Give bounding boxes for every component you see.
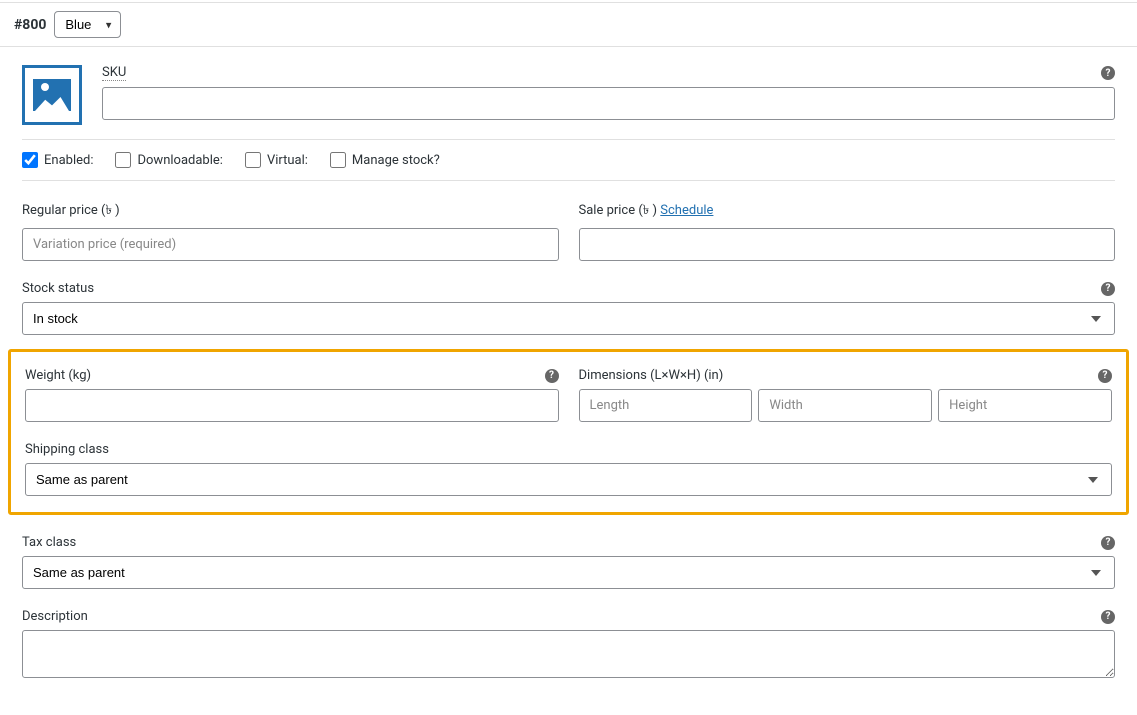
help-icon[interactable]: ?	[1101, 536, 1115, 550]
regular-price-input[interactable]	[22, 228, 559, 261]
tax-class-label: Tax class	[22, 535, 76, 550]
downloadable-label: Downloadable:	[137, 153, 222, 168]
enabled-label: Enabled:	[44, 153, 93, 168]
virtual-checkbox[interactable]	[245, 152, 261, 168]
downloadable-checkbox[interactable]	[115, 152, 131, 168]
attribute-color-select[interactable]: Blue	[54, 11, 121, 38]
description-textarea[interactable]	[22, 630, 1115, 678]
manage-stock-label: Manage stock?	[352, 153, 440, 168]
shipping-class-select[interactable]: Same as parent	[25, 463, 1112, 496]
virtual-label: Virtual:	[267, 153, 308, 168]
sale-price-input[interactable]	[579, 228, 1116, 261]
enabled-checkbox[interactable]	[22, 152, 38, 168]
image-placeholder-icon	[33, 79, 71, 111]
tax-class-select[interactable]: Same as parent	[22, 556, 1115, 589]
regular-price-label: Regular price (৳ )	[22, 201, 120, 222]
sku-input[interactable]	[102, 87, 1115, 120]
sale-price-label: Sale price (৳ )	[579, 203, 658, 218]
help-icon[interactable]: ?	[1101, 66, 1115, 80]
variation-header: #800 Blue	[0, 2, 1137, 47]
stock-status-label: Stock status	[22, 281, 94, 296]
help-icon[interactable]: ?	[545, 369, 559, 383]
length-input[interactable]	[579, 389, 753, 422]
help-icon[interactable]: ?	[1098, 369, 1112, 383]
shipping-section-highlight: Weight (kg) ? Dimensions (L×W×H) (in) ?	[8, 349, 1129, 515]
weight-input[interactable]	[25, 389, 559, 422]
manage-stock-checkbox[interactable]	[330, 152, 346, 168]
height-input[interactable]	[938, 389, 1112, 422]
variation-image-upload[interactable]	[22, 65, 82, 125]
variation-options-row: Enabled: Downloadable: Virtual: Manage s…	[22, 139, 1115, 181]
variation-id: #800	[14, 17, 46, 33]
dimensions-label: Dimensions (L×W×H) (in)	[579, 368, 724, 383]
sku-label: SKU	[102, 65, 126, 81]
schedule-link[interactable]: Schedule	[660, 203, 713, 218]
help-icon[interactable]: ?	[1101, 610, 1115, 624]
help-icon[interactable]: ?	[1101, 282, 1115, 296]
stock-status-select[interactable]: In stock	[22, 302, 1115, 335]
shipping-class-label: Shipping class	[25, 442, 109, 457]
description-label: Description	[22, 609, 88, 624]
width-input[interactable]	[758, 389, 932, 422]
weight-label: Weight (kg)	[25, 368, 91, 383]
